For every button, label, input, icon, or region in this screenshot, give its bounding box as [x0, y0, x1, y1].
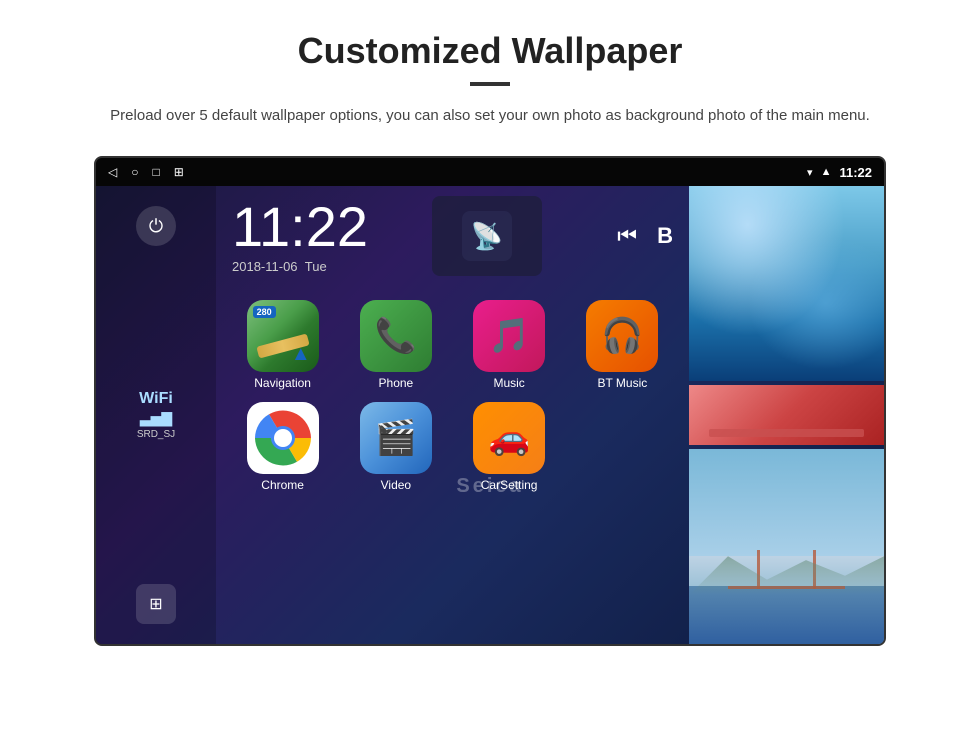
device-frame: ◁ ○ □ ⊞ ▾ ▲ 11:22 ⏻ WiFi ▃▅▇ SRD_SJ ⊞	[94, 156, 886, 646]
chrome-label: Chrome	[261, 478, 304, 492]
apps-button[interactable]: ⊞	[136, 584, 176, 624]
wifi-ssid: SRD_SJ	[137, 429, 175, 440]
nav-badge: 280	[253, 306, 276, 318]
ice-texture	[689, 186, 884, 381]
page-container: Customized Wallpaper Preload over 5 defa…	[0, 0, 980, 749]
status-right-icons: ▾ ▲ 11:22	[807, 165, 872, 180]
back-icon: ◁	[108, 165, 117, 179]
phone-app-icon: 📞	[360, 300, 432, 372]
list-item[interactable]: 🎬 Video	[345, 402, 446, 492]
video-icon-glyph: 🎬	[375, 418, 417, 458]
prev-button[interactable]: ⏮	[617, 223, 637, 249]
video-app-icon: 🎬	[360, 402, 432, 474]
music-label: Music	[493, 376, 524, 390]
list-item[interactable]: Chrome	[232, 402, 333, 492]
app-grid: 280 ▲ Navigation 📞 Phone	[232, 300, 673, 492]
navigation-label: Navigation	[254, 376, 311, 390]
clock-info: 11:22 2018-11-06 Tue	[232, 199, 368, 274]
bridge-scene	[689, 449, 884, 644]
wallpaper-preview-middle	[689, 385, 884, 445]
watermark: Seica	[456, 475, 523, 498]
page-title: Customized Wallpaper	[298, 30, 683, 72]
wifi-label: WiFi	[139, 390, 173, 408]
clock-time: 11:22	[232, 199, 368, 255]
left-sidebar: ⏻ WiFi ▃▅▇ SRD_SJ ⊞	[96, 186, 216, 644]
wallpaper-preview-bridge	[689, 449, 884, 644]
clock-date: 2018-11-06 Tue	[232, 259, 368, 274]
title-divider	[470, 82, 510, 86]
page-description: Preload over 5 default wallpaper options…	[110, 104, 870, 128]
bt-music-label: BT Music	[597, 376, 647, 390]
list-item[interactable]: 280 ▲ Navigation	[232, 300, 333, 390]
list-item[interactable]: 🎵 Music	[459, 300, 560, 390]
video-label: Video	[381, 478, 411, 492]
phone-label: Phone	[379, 376, 414, 390]
wallpaper-preview-ice	[689, 186, 884, 381]
recent-icon: □	[152, 165, 159, 179]
chrome-app-icon	[247, 402, 319, 474]
location-icon: ▾	[807, 166, 813, 179]
screenshot-icon: ⊞	[174, 165, 184, 179]
home-icon: ○	[131, 165, 138, 179]
media-controls: ⏮ B	[617, 223, 673, 249]
power-button[interactable]: ⏻	[136, 206, 176, 246]
status-time: 11:22	[839, 165, 872, 180]
wifi-info: WiFi ▃▅▇ SRD_SJ	[137, 390, 175, 440]
status-bar: ◁ ○ □ ⊞ ▾ ▲ 11:22	[96, 158, 884, 186]
music-icon-glyph: 🎵	[488, 316, 530, 356]
wifi-bars: ▃▅▇	[140, 410, 172, 427]
bluetooth-label: B	[657, 223, 673, 249]
carsetting-icon-glyph: 🚗	[488, 418, 530, 458]
navigation-app-icon: 280 ▲	[247, 300, 319, 372]
list-item[interactable]: 📞 Phone	[345, 300, 446, 390]
phone-icon-glyph: 📞	[375, 316, 417, 356]
status-left-icons: ◁ ○ □ ⊞	[108, 165, 184, 179]
wallpaper-previews	[689, 186, 884, 644]
music-app-icon: 🎵	[473, 300, 545, 372]
list-item[interactable]: 🎧 BT Music	[572, 300, 673, 390]
wireless-icon: 📡	[470, 221, 502, 252]
clock-section: 11:22 2018-11-06 Tue 📡 ⏮	[232, 196, 673, 276]
media-widget: 📡	[432, 196, 542, 276]
main-area: 11:22 2018-11-06 Tue 📡 ⏮	[216, 186, 689, 644]
nav-arrow: ▲	[291, 343, 311, 366]
bt-music-app-icon: 🎧	[586, 300, 658, 372]
wifi-signal-icon: ▲	[821, 166, 832, 178]
carsetting-app-icon: 🚗	[473, 402, 545, 474]
bluetooth-icon-glyph: 🎧	[601, 316, 643, 356]
screen-content: ⏻ WiFi ▃▅▇ SRD_SJ ⊞ 11:22 2018-11-06 Tue	[96, 186, 884, 644]
